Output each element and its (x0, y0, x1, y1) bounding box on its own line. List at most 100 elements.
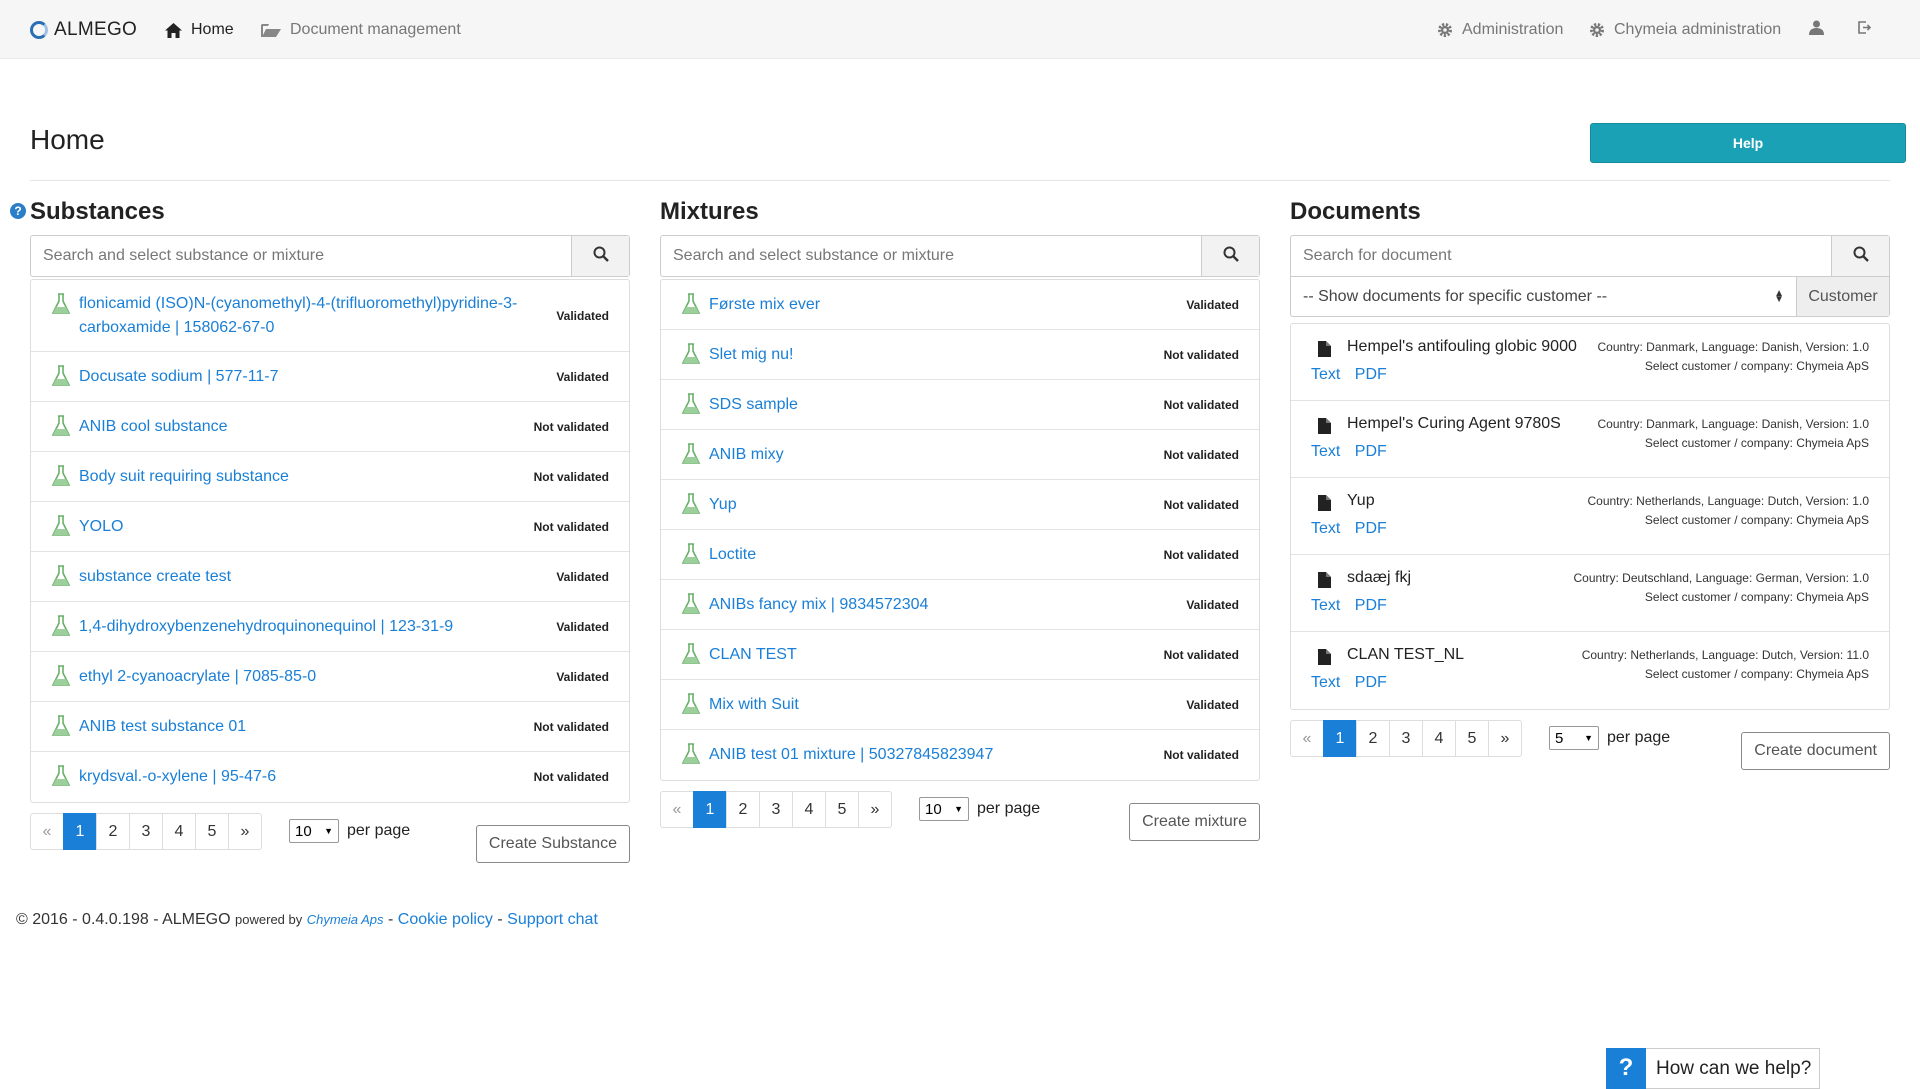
page-next-button[interactable]: » (858, 791, 892, 828)
brand-name: ALMEGO (54, 19, 138, 40)
almego-logo-icon (30, 21, 48, 39)
select-arrows-icon: ▲ ▼ (1774, 287, 1784, 305)
substance-link[interactable]: YOLO (79, 515, 534, 539)
logout-button[interactable] (1857, 18, 1872, 42)
page-button[interactable]: 2 (726, 791, 760, 828)
substance-link[interactable]: ethyl 2-cyanoacrylate | 7085-85-0 (79, 665, 556, 689)
document-text-link[interactable]: Text (1311, 520, 1340, 537)
mixture-link[interactable]: ANIB test 01 mixture | 50327845823947 (709, 743, 1164, 767)
page-button[interactable]: 2 (1356, 720, 1390, 757)
mixture-link[interactable]: Loctite (709, 543, 1164, 567)
document-text-link[interactable]: Text (1311, 443, 1340, 460)
per-page-value: 10 (295, 822, 312, 840)
create-substance-button[interactable]: Create Substance (475, 825, 630, 863)
footer-separator: - (497, 911, 503, 928)
nav-document-management-label: Document management (290, 21, 461, 38)
substance-link[interactable]: ANIB test substance 01 (79, 715, 534, 739)
page-next-button[interactable]: » (1488, 720, 1522, 757)
per-page-select[interactable]: 5 ▼ (1549, 726, 1599, 750)
document-links: Text PDF (1311, 366, 1397, 384)
nav-administration[interactable]: Administration (1437, 18, 1563, 42)
brand-logo-link[interactable]: ALMEGO (30, 18, 137, 42)
substance-link[interactable]: krydsval.-o-xylene | 95-47-6 (79, 765, 534, 789)
substance-link[interactable]: substance create test (79, 565, 556, 589)
footer-company-link[interactable]: Chymeia Aps (307, 912, 384, 927)
substance-link[interactable]: ANIB cool substance (79, 415, 534, 439)
document-meta-customer: Select customer / company: Chymeia ApS (1644, 590, 1869, 604)
page-button[interactable]: 4 (1422, 720, 1456, 757)
page-button[interactable]: 1 (63, 813, 97, 850)
documents-search-input[interactable] (1291, 236, 1831, 276)
mixtures-search-button[interactable] (1201, 236, 1259, 276)
status-badge: Not validated (533, 719, 609, 734)
document-text-link[interactable]: Text (1311, 597, 1340, 614)
help-chat-widget[interactable]: ? How can we help? (1606, 1047, 1820, 1089)
page-prev-button[interactable]: « (1290, 720, 1324, 757)
customer-select[interactable]: -- Show documents for specific customer … (1291, 277, 1796, 316)
per-page-select[interactable]: 10 ▼ (289, 819, 339, 843)
help-button[interactable]: Help (1590, 123, 1906, 163)
mixture-link[interactable]: CLAN TEST (709, 643, 1164, 667)
mixtures-search-input[interactable] (661, 236, 1201, 276)
page-button[interactable]: 5 (195, 813, 229, 850)
mixture-link[interactable]: Yup (709, 493, 1164, 517)
document-text-link[interactable]: Text (1311, 674, 1340, 691)
substance-link[interactable]: Docusate sodium | 577-11-7 (79, 365, 556, 389)
page-button[interactable]: 5 (825, 791, 859, 828)
page-button[interactable]: 3 (129, 813, 163, 850)
page-button[interactable]: 1 (1323, 720, 1357, 757)
document-text-link[interactable]: Text (1311, 366, 1340, 383)
mixture-link[interactable]: ANIB mixy (709, 443, 1164, 467)
documents-search-button[interactable] (1831, 236, 1889, 276)
status-badge: Not validated (1163, 397, 1239, 412)
nav-chymeia-administration-label: Chymeia administration (1614, 21, 1782, 38)
status-badge: Validated (556, 619, 609, 634)
mixture-link[interactable]: Mix with Suit (709, 693, 1186, 717)
customer-button[interactable]: Customer (1796, 277, 1889, 316)
create-document-button[interactable]: Create document (1741, 732, 1890, 770)
list-item: substance create test Validated (31, 552, 629, 602)
page-button[interactable]: 3 (1389, 720, 1423, 757)
substance-link[interactable]: 1,4-dihydroxybenzenehydroquinonequinol |… (79, 615, 556, 639)
document-pdf-link[interactable]: PDF (1355, 443, 1387, 460)
page-button[interactable]: 4 (162, 813, 196, 850)
page-button[interactable]: 5 (1455, 720, 1489, 757)
per-page-select[interactable]: 10 ▼ (919, 797, 969, 821)
page-prev-button[interactable]: « (660, 791, 694, 828)
substance-link[interactable]: Body suit requiring substance (79, 465, 534, 489)
substances-search (30, 235, 630, 277)
mixture-link[interactable]: ANIBs fancy mix | 9834572304 (709, 593, 1186, 617)
page-next-button[interactable]: » (228, 813, 262, 850)
page-button[interactable]: 3 (759, 791, 793, 828)
gear-icon (1437, 22, 1453, 38)
document-pdf-link[interactable]: PDF (1355, 366, 1387, 383)
document-pdf-link[interactable]: PDF (1355, 674, 1387, 691)
nav-chymeia-administration[interactable]: Chymeia administration (1589, 18, 1781, 42)
flask-icon (51, 515, 71, 536)
nav-home[interactable]: Home (165, 18, 234, 42)
page-button[interactable]: 2 (96, 813, 130, 850)
substance-link[interactable]: flonicamid (ISO)N-(cyanomethyl)-4-(trifl… (79, 292, 556, 340)
document-pdf-link[interactable]: PDF (1355, 520, 1387, 537)
create-mixture-button[interactable]: Create mixture (1129, 803, 1260, 841)
document-meta-country: Country: Danmark, Language: Danish, Vers… (1597, 340, 1870, 354)
dropdown-arrow-icon: ▼ (1584, 733, 1593, 743)
page-button[interactable]: 1 (693, 791, 727, 828)
user-profile-button[interactable] (1809, 18, 1824, 42)
documents-search (1290, 235, 1890, 277)
substances-search-input[interactable] (31, 236, 571, 276)
mixture-link[interactable]: SDS sample (709, 393, 1164, 417)
document-pdf-link[interactable]: PDF (1355, 597, 1387, 614)
mixture-link[interactable]: Første mix ever (709, 293, 1186, 317)
page-button[interactable]: 4 (792, 791, 826, 828)
support-chat-link[interactable]: Support chat (507, 911, 598, 928)
substances-search-button[interactable] (571, 236, 629, 276)
nav-document-management[interactable]: Document management (261, 18, 461, 42)
help-question-icon[interactable]: ? (10, 203, 26, 219)
page-prev-button[interactable]: « (30, 813, 64, 850)
mixture-link[interactable]: Slet mig nu! (709, 343, 1164, 367)
cookie-policy-link[interactable]: Cookie policy (398, 911, 493, 928)
document-row: sdaæj fkj Text PDF Country: Deutschland,… (1291, 555, 1889, 632)
mixtures-pager-row: « 1 2 3 4 5 » 10 ▼ per page Create mixtu… (660, 791, 1260, 841)
document-row: Hempel's antifouling globic 9000 Text PD… (1291, 324, 1889, 401)
